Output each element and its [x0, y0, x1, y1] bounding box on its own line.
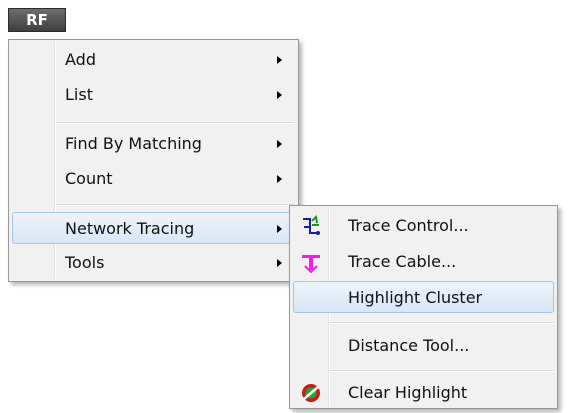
menu-item-label: Highlight Cluster — [348, 288, 483, 307]
menu-item-label: Find By Matching — [65, 134, 202, 153]
menu-separator — [56, 204, 294, 206]
rf-menu-button[interactable]: RF — [8, 8, 66, 32]
menu-item-list[interactable]: List — [12, 79, 295, 111]
menu-item-label: Trace Cable... — [348, 252, 457, 271]
menu-item-add[interactable]: Add — [12, 44, 295, 76]
submenu-arrow-icon — [277, 56, 282, 64]
clear-highlight-icon — [300, 382, 322, 404]
submenu-arrow-icon — [277, 91, 282, 99]
trace-control-icon — [300, 214, 322, 237]
menu-item-count[interactable]: Count — [12, 163, 295, 195]
menu-item-trace-control[interactable]: Trace Control... — [293, 210, 554, 242]
menu-item-find-by-matching[interactable]: Find By Matching — [12, 128, 295, 160]
menu-item-label: Clear Highlight — [348, 383, 468, 402]
menu-separator — [330, 370, 554, 372]
menu-item-label: Distance Tool... — [348, 336, 470, 355]
menu-item-label: Network Tracing — [65, 219, 195, 238]
network-tracing-submenu: Trace Control... Trace Cable... Highligh… — [289, 205, 558, 409]
submenu-arrow-icon — [277, 225, 282, 233]
menu-item-highlight-cluster[interactable]: Highlight Cluster — [293, 281, 554, 313]
submenu-arrow-icon — [277, 175, 282, 183]
menu-item-tools[interactable]: Tools — [12, 247, 295, 279]
submenu-arrow-icon — [277, 259, 282, 267]
menu-item-label: Tools — [65, 253, 105, 272]
menu-item-label: Add — [65, 50, 96, 69]
menu-separator — [330, 322, 554, 324]
menu-item-trace-cable[interactable]: Trace Cable... — [293, 246, 554, 278]
menu-item-label: Trace Control... — [348, 216, 469, 235]
menu-item-label: List — [65, 85, 93, 104]
menu-item-distance-tool[interactable]: Distance Tool... — [293, 330, 554, 362]
menu-separator — [56, 122, 294, 124]
rf-context-menu: Add List Find By Matching Count Network … — [8, 39, 299, 282]
menu-item-label: Count — [65, 169, 113, 188]
submenu-arrow-icon — [277, 140, 282, 148]
trace-cable-icon — [300, 251, 322, 274]
menu-item-network-tracing[interactable]: Network Tracing — [12, 212, 295, 244]
menu-item-clear-highlight[interactable]: Clear Highlight — [293, 377, 554, 409]
